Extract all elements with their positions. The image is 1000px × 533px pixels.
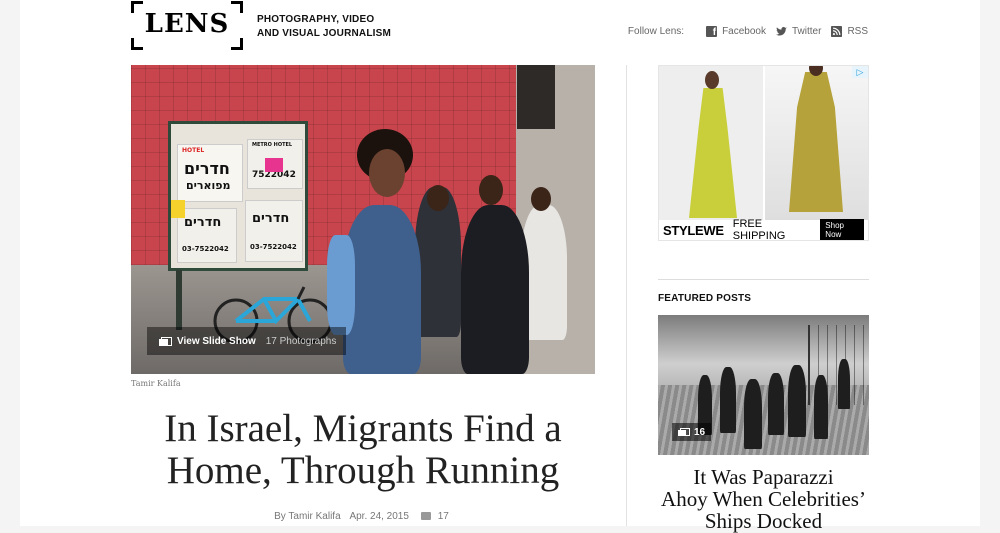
publish-date: Apr. 24, 2015 [349, 511, 409, 522]
ad-promo: FREE SHIPPING [732, 218, 786, 241]
follow-link-label: Facebook [722, 26, 766, 37]
follow-bar: Follow Lens: Facebook Twitter RSS [627, 26, 868, 38]
poster-text: METRO HOTEL [252, 142, 293, 148]
follow-twitter-link[interactable]: Twitter [775, 26, 822, 37]
featured-title-line: Ships Docked [704, 509, 823, 533]
comment-count: 17 [437, 511, 449, 522]
photo-figure [838, 359, 850, 409]
photo-poster: HOTEL חדרים מפוארים [177, 144, 243, 202]
featured-photo-count-badge: 16 [672, 423, 712, 441]
logo-corner [131, 38, 143, 50]
comment-icon [420, 512, 431, 520]
poster-text: 03-7522042 [250, 243, 297, 251]
featured-post-image[interactable]: 16 [658, 315, 869, 455]
poster-text: חדרים [252, 211, 290, 226]
site-tagline: Photography, Video and Visual Journalism [257, 13, 391, 41]
lens-logo[interactable]: LENS [131, 1, 243, 50]
photo-person-head [479, 175, 503, 205]
photo-poster: חדרים 03-7522042 [177, 208, 237, 263]
photo-person-head [427, 185, 449, 211]
poster-text: HOTEL [182, 147, 205, 154]
photo-poster: חדרים 03-7522042 [245, 200, 303, 262]
photo-figure [720, 367, 736, 433]
article-headline[interactable]: In Israel, Migrants Find a Home, Through… [131, 408, 595, 492]
tagline-line: and Visual Journalism [257, 28, 392, 39]
featured-post-title[interactable]: It Was Paparazzi Ahoy When Celebrities’ … [658, 466, 869, 532]
adchoices-icon[interactable]: ▷ [852, 66, 868, 78]
photo-figure [768, 373, 784, 435]
follow-rss-link[interactable]: RSS [831, 26, 868, 37]
photo-window [517, 65, 555, 129]
photo-backpack [327, 235, 355, 335]
photo-person-head [531, 187, 551, 211]
follow-link-label: Twitter [791, 26, 822, 37]
poster-text: 03-7522042 [182, 245, 229, 253]
photo-person [461, 205, 529, 374]
author-link[interactable]: By Tamir Kalifa [274, 511, 341, 522]
column-divider [626, 65, 627, 526]
featured-title-line: Ahoy When Celebrities’ [661, 487, 866, 511]
featured-photo-count: 16 [694, 426, 706, 438]
headline-line: In Israel, Migrants Find a [164, 407, 562, 450]
photo-figure [814, 375, 828, 439]
twitter-icon [775, 27, 787, 36]
hero-photo[interactable]: HOTEL חדרים מפוארים METRO HOTEL 7522042 … [131, 65, 595, 374]
slideshow-icon [159, 336, 172, 346]
logo-text: LENS [144, 9, 230, 39]
page: LENS Photography, Video and Visual Journ… [20, 0, 980, 532]
ad-footer: STYLEWE FREE SHIPPING Shop Now [659, 218, 868, 241]
advertisement[interactable]: ▷ STYLEWE FREE SHIPPING Shop Now [658, 65, 869, 241]
photo-credit: Tamir Kalifa [131, 379, 181, 388]
ad-model-head [705, 71, 719, 89]
logo-corner [231, 38, 243, 50]
photo-poster-board: HOTEL חדרים מפוארים METRO HOTEL 7522042 … [168, 121, 308, 271]
ad-brand: STYLEWE [663, 222, 724, 238]
sidebar-divider [658, 279, 869, 280]
poster-text: חדרים [184, 215, 222, 230]
article-byline: By Tamir Kalifa Apr. 24, 2015 17 [131, 511, 595, 522]
photo-figure [744, 379, 762, 449]
comments-link[interactable]: 17 [418, 511, 452, 522]
follow-label: Follow Lens: [627, 26, 685, 37]
photo-count: 17 Photographs [265, 335, 337, 347]
follow-facebook-link[interactable]: Facebook [706, 26, 766, 38]
ad-shop-now-button[interactable]: Shop Now [820, 219, 864, 240]
follow-link-label: RSS [847, 26, 868, 37]
headline-line: Home, Through Running [166, 449, 560, 492]
poster-text: חדרים [184, 159, 230, 178]
photo-poster [171, 200, 185, 218]
featured-title-line: It Was Paparazzi [693, 465, 834, 489]
view-slideshow-button[interactable]: View Slide Show 17 Photographs [147, 327, 347, 355]
photo-figure [788, 365, 806, 437]
slideshow-icon [678, 428, 690, 436]
photo-board-post [176, 270, 182, 330]
photo-poster [265, 158, 283, 172]
poster-text: מפוארים [186, 179, 231, 192]
featured-posts-heading: FEATURED POSTS [658, 293, 752, 304]
photo-person-face [369, 149, 405, 197]
rss-icon [831, 26, 843, 37]
tagline-line: Photography, Video [257, 14, 375, 25]
slideshow-label: View Slide Show [177, 335, 256, 347]
facebook-icon [706, 26, 718, 38]
